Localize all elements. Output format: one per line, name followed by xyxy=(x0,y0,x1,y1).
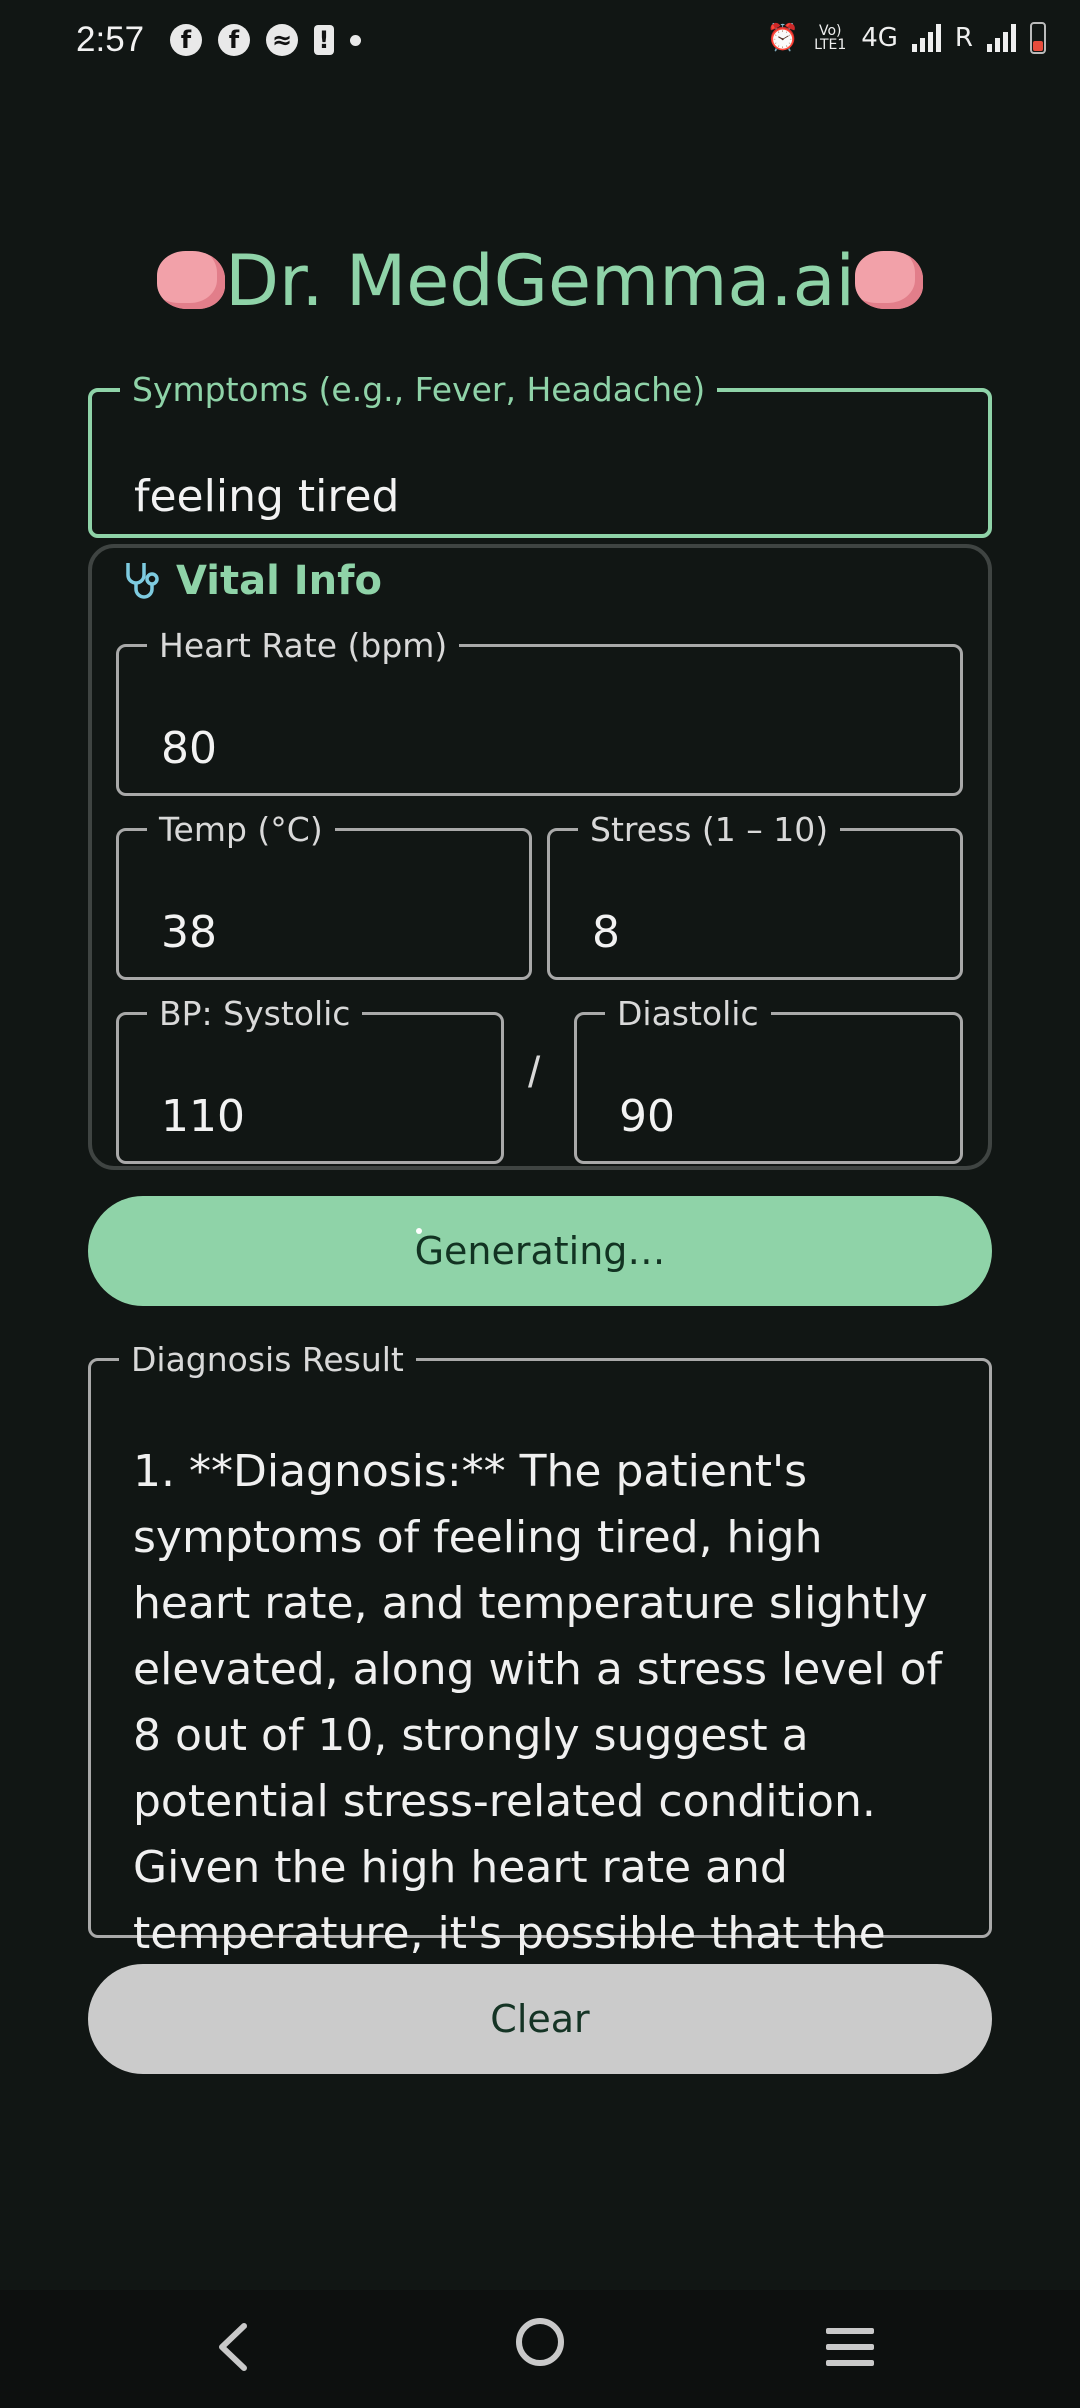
back-icon[interactable] xyxy=(210,2320,254,2374)
bp-diastolic-input[interactable]: 90 xyxy=(619,1091,675,1142)
app-title-text: Dr. MedGemma.ai xyxy=(225,240,855,322)
clear-button-label: Clear xyxy=(490,1997,590,2041)
brain-icon xyxy=(157,250,226,309)
alert-icon: ! xyxy=(314,25,334,55)
temp-label: Temp (°C) xyxy=(159,810,323,849)
bp-diastolic-label: Diastolic xyxy=(617,994,759,1033)
facebook-icon: f xyxy=(218,24,250,56)
diagnosis-result-label: Diagnosis Result xyxy=(131,1340,404,1379)
brain-icon xyxy=(854,250,923,309)
vital-info-title: Vital Info xyxy=(176,558,382,604)
heart-rate-field[interactable]: Heart Rate (bpm) 80 xyxy=(116,626,963,796)
notification-icons: f f ≈ ! xyxy=(170,24,361,56)
roaming-indicator: R xyxy=(954,23,973,53)
status-time: 2:57 xyxy=(76,20,145,59)
battery-icon xyxy=(1030,22,1046,54)
home-icon[interactable] xyxy=(516,2318,564,2366)
stress-field[interactable]: Stress (1 – 10) 8 xyxy=(547,810,963,980)
temp-input[interactable]: 38 xyxy=(161,907,217,958)
facebook-icon: f xyxy=(170,24,202,56)
symptoms-field[interactable]: Symptoms (e.g., Fever, Headache) feeling… xyxy=(88,370,992,538)
signal-icon xyxy=(987,24,1016,52)
app-title: Dr. MedGemma.ai xyxy=(0,240,1080,322)
heart-rate-input[interactable]: 80 xyxy=(161,723,217,774)
symptoms-label: Symptoms (e.g., Fever, Headache) xyxy=(132,370,706,409)
stethoscope-icon xyxy=(126,563,159,599)
loading-spinner-icon xyxy=(416,1228,422,1234)
generate-button[interactable]: Generating… xyxy=(88,1196,992,1306)
heart-rate-label: Heart Rate (bpm) xyxy=(159,626,448,665)
stress-label: Stress (1 – 10) xyxy=(590,810,829,849)
vital-info-heading: Vital Info xyxy=(120,558,382,604)
signal-icon xyxy=(911,24,941,52)
bp-diastolic-field[interactable]: Diastolic 90 xyxy=(574,994,963,1164)
symptoms-input[interactable]: feeling tired xyxy=(134,471,399,522)
bp-systolic-label: BP: Systolic xyxy=(159,994,351,1033)
clear-button[interactable]: Clear xyxy=(88,1964,992,2074)
stress-input[interactable]: 8 xyxy=(592,907,620,958)
diagnosis-result-field[interactable]: Diagnosis Result 1. **Diagnosis:** The p… xyxy=(88,1340,992,1955)
status-bar: 2:57 f f ≈ ! ⏰ Vo) LTE1 4G R xyxy=(0,0,1080,88)
temp-field[interactable]: Temp (°C) 38 xyxy=(116,810,532,980)
navigation-bar xyxy=(0,2290,1080,2408)
alarm-icon: ⏰ xyxy=(766,23,800,53)
system-icons: ⏰ Vo) LTE1 4G R xyxy=(767,22,1046,54)
diagnosis-result-text[interactable]: 1. **Diagnosis:** The patient's symptoms… xyxy=(133,1439,953,1955)
more-notifications-dot-icon xyxy=(350,34,361,46)
recent-apps-icon[interactable] xyxy=(826,2328,874,2368)
network-type: 4G xyxy=(861,23,898,53)
volte-icon: Vo) LTE1 xyxy=(814,23,847,53)
bp-systolic-field[interactable]: BP: Systolic 110 xyxy=(116,994,504,1164)
bp-systolic-input[interactable]: 110 xyxy=(161,1091,245,1142)
generate-button-label: Generating… xyxy=(414,1229,666,1273)
messenger-icon: ≈ xyxy=(266,24,298,56)
bp-separator: / xyxy=(528,1048,541,1097)
